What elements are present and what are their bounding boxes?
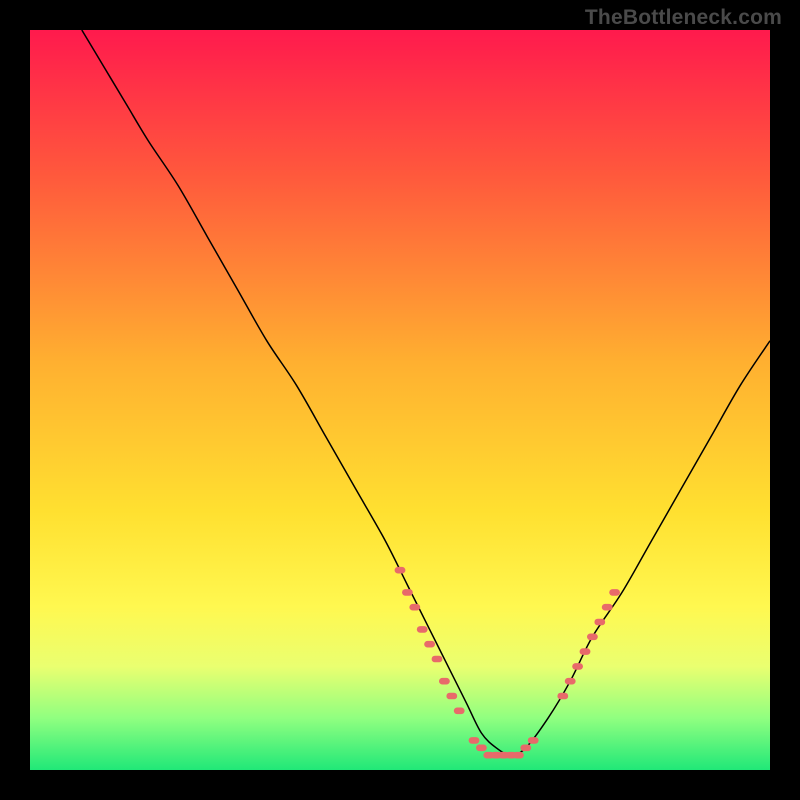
data-point bbox=[439, 678, 450, 685]
data-point bbox=[424, 641, 435, 648]
data-point bbox=[432, 656, 443, 663]
data-point bbox=[513, 752, 524, 759]
chart bbox=[30, 30, 770, 770]
data-point bbox=[469, 737, 480, 744]
data-point bbox=[520, 745, 531, 752]
chart-background bbox=[30, 30, 770, 770]
data-point bbox=[602, 604, 613, 611]
data-point bbox=[409, 604, 420, 611]
data-point bbox=[395, 567, 406, 574]
data-point bbox=[572, 663, 583, 670]
data-point bbox=[528, 737, 539, 744]
data-point bbox=[565, 678, 576, 685]
data-point bbox=[594, 619, 605, 626]
data-point bbox=[609, 589, 620, 596]
data-point bbox=[587, 634, 598, 641]
data-point bbox=[402, 589, 413, 596]
data-point bbox=[446, 693, 457, 700]
data-point bbox=[557, 693, 568, 700]
data-point bbox=[454, 708, 465, 715]
data-point bbox=[476, 745, 487, 752]
data-point bbox=[417, 626, 428, 633]
watermark: TheBottleneck.com bbox=[585, 6, 782, 30]
data-point bbox=[580, 648, 591, 655]
